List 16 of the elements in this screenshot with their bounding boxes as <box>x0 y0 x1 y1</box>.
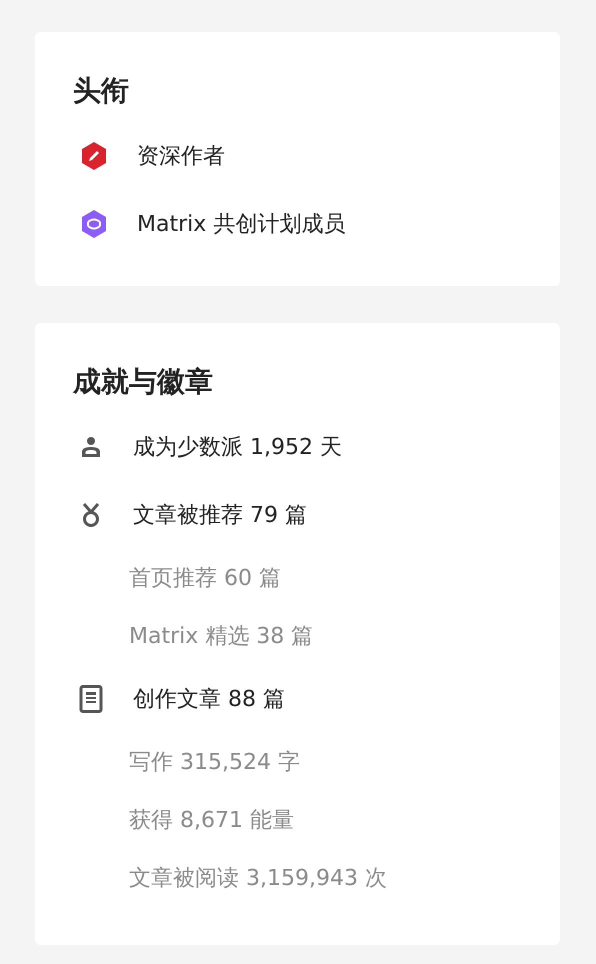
achievement-detail: 写作 315,524 字 <box>128 749 300 777</box>
achievement-label: 创作文章 88 篇 <box>133 686 285 714</box>
section-title: 成就与徽章 <box>73 364 214 400</box>
person-icon <box>79 435 103 459</box>
achievement-detail: 文章被阅读 3,159,943 次 <box>128 865 387 893</box>
document-icon <box>79 685 103 713</box>
title-label: 资深作者 <box>137 143 225 171</box>
section-title: 头衔 <box>73 73 130 109</box>
hexagon-badge-icon <box>79 209 109 239</box>
achievement-label: 成为少数派 1,952 天 <box>133 434 342 462</box>
achievement-detail: Matrix 精选 38 篇 <box>128 623 314 651</box>
pencil-badge-icon <box>79 141 109 171</box>
achievement-detail: 获得 8,671 能量 <box>128 807 294 835</box>
title-label: Matrix 共创计划成员 <box>137 211 346 239</box>
achievement-detail: 首页推荐 60 篇 <box>128 565 281 593</box>
achievement-label: 文章被推荐 79 篇 <box>133 502 307 530</box>
